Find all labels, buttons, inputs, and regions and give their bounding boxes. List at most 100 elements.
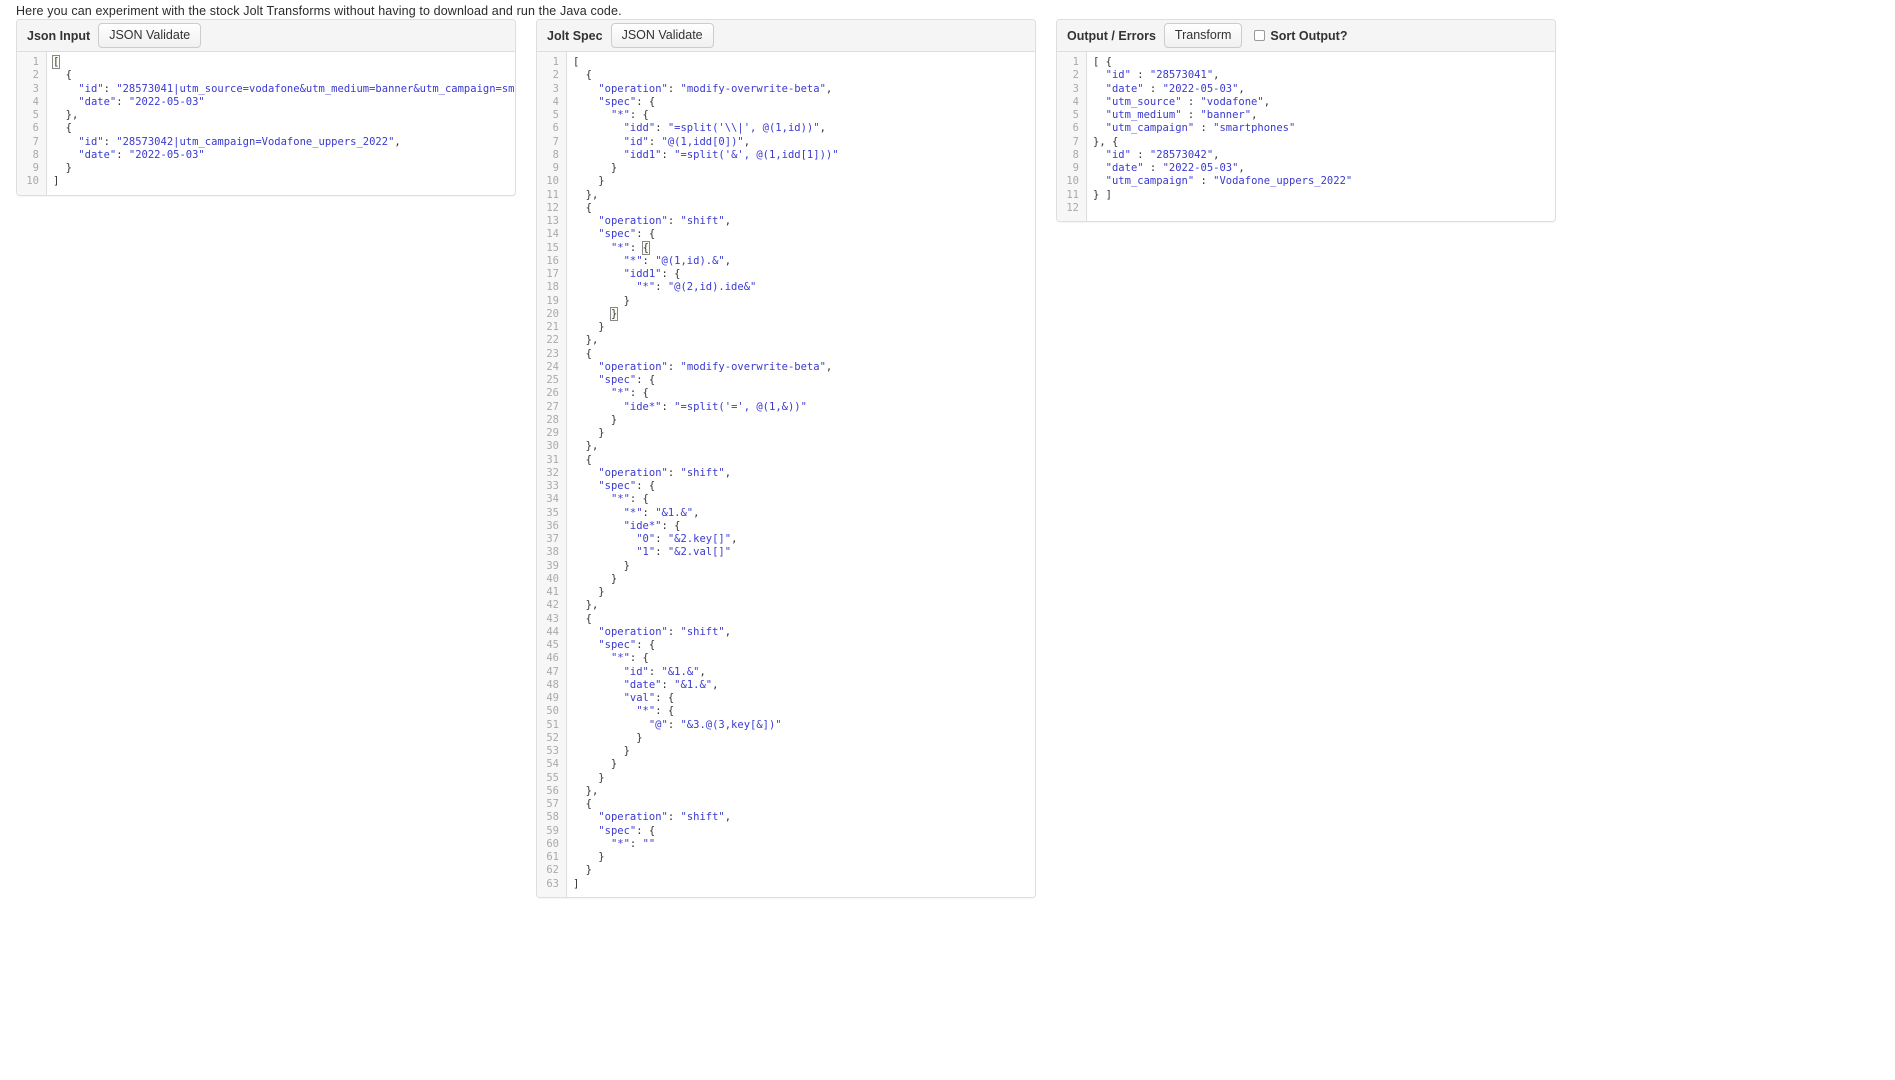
code-line[interactable]: [ <box>51 55 509 69</box>
code-line[interactable]: "spec": { <box>573 228 1029 241</box>
code-line[interactable]: } <box>573 732 1029 745</box>
code-line[interactable]: [ <box>573 56 1029 69</box>
json-input-validate-button[interactable]: JSON Validate <box>98 22 202 49</box>
code-line[interactable]: "spec": { <box>573 639 1029 652</box>
code-line[interactable]: [ { <box>1093 56 1549 69</box>
code-line[interactable]: "utm_campaign" : "Vodafone_uppers_2022" <box>1093 175 1549 188</box>
line-number: 2 <box>32 69 39 82</box>
code-line[interactable]: { <box>573 613 1029 626</box>
code-line[interactable]: { <box>573 69 1029 82</box>
code-line[interactable]: "id": "28573042|utm_campaign=Vodafone_up… <box>53 136 509 149</box>
code-line[interactable]: } <box>573 295 1029 308</box>
code-line[interactable]: "0": "&2.key[]", <box>573 533 1029 546</box>
code-line[interactable]: "spec": { <box>573 374 1029 387</box>
code-line[interactable]: } <box>573 560 1029 573</box>
code-line[interactable]: "*": { <box>573 387 1029 400</box>
jolt-spec-editor[interactable]: 1 2 3 4 5 6 7 8 9 10 11 12 13 14 15 16 17 18 19 20 21 22 23 24 2… <box>537 52 1035 897</box>
code-line[interactable]: "id" : "28573041", <box>1093 69 1549 82</box>
code-line[interactable]: "idd1": "=split('&', @(1,idd[1]))" <box>573 149 1029 162</box>
code-line[interactable]: "ide*": { <box>573 520 1029 533</box>
code-line[interactable]: "@": "&3.@(3,key[&])" <box>573 719 1029 732</box>
code-line[interactable]: ] <box>53 175 509 188</box>
code-line[interactable]: "utm_source" : "vodafone", <box>1093 96 1549 109</box>
code-line[interactable]: "*": "&1.&", <box>573 507 1029 520</box>
code-line[interactable]: } <box>573 758 1029 771</box>
code-line[interactable] <box>1093 202 1549 215</box>
code-line[interactable]: "*": "@(1,id).&", <box>573 255 1029 268</box>
code-line[interactable]: "id": "@(1,idd[0])", <box>573 136 1029 149</box>
jolt-spec-code[interactable]: [ { "operation": "modify-overwrite-beta"… <box>567 52 1035 897</box>
line-number: 8 <box>1072 148 1079 161</box>
code-line[interactable]: "ide*": "=split('=', @(1,&))" <box>573 401 1029 414</box>
code-line[interactable]: } <box>573 573 1029 586</box>
code-line[interactable]: "*": "" <box>573 838 1029 851</box>
code-line[interactable]: "date": "2022-05-03" <box>53 96 509 109</box>
code-line[interactable]: "spec": { <box>573 480 1029 493</box>
code-line[interactable]: } <box>573 851 1029 864</box>
code-line[interactable]: "idd": "=split('\\|', @(1,id))", <box>573 122 1029 135</box>
code-line[interactable]: "operation": "shift", <box>573 215 1029 228</box>
code-line[interactable]: "id": "&1.&", <box>573 666 1029 679</box>
json-input-editor[interactable]: 1 2 3 4 5 6 7 8 9 10 [ { "id": "28573041|utm_sour… <box>17 52 515 195</box>
code-line[interactable]: "*": "@(2,id).ide&" <box>573 281 1029 294</box>
code-line[interactable]: { <box>53 69 509 82</box>
code-line[interactable]: "utm_campaign" : "smartphones" <box>1093 122 1549 135</box>
code-line[interactable]: { <box>53 122 509 135</box>
code-line[interactable]: } <box>573 745 1029 758</box>
code-line[interactable]: "id": "28573041|utm_source=vodafone&utm_… <box>53 83 515 96</box>
json-input-code[interactable]: [ { "id": "28573041|utm_source=vodafone&… <box>47 52 515 195</box>
code-line[interactable]: "spec": { <box>573 825 1029 838</box>
code-line[interactable]: }, <box>573 785 1029 798</box>
code-line[interactable]: "*": { <box>573 705 1029 718</box>
code-line[interactable]: "operation": "shift", <box>573 467 1029 480</box>
code-line[interactable]: } <box>573 306 1029 321</box>
code-line[interactable]: "date" : "2022-05-03", <box>1093 162 1549 175</box>
code-line[interactable]: { <box>573 348 1029 361</box>
sort-output-label[interactable]: Sort Output? <box>1270 29 1347 43</box>
code-line[interactable]: "*": { <box>573 652 1029 665</box>
code-line[interactable]: }, <box>573 599 1029 612</box>
code-line[interactable]: } <box>53 162 509 175</box>
code-line[interactable]: } <box>573 772 1029 785</box>
code-line[interactable]: }, <box>573 334 1029 347</box>
code-line[interactable]: "operation": "modify-overwrite-beta", <box>573 361 1029 374</box>
code-line[interactable]: } <box>573 321 1029 334</box>
code-line[interactable]: "operation": "modify-overwrite-beta", <box>573 83 1029 96</box>
code-line[interactable]: }, <box>53 109 509 122</box>
code-line[interactable]: "*": { <box>573 493 1029 506</box>
code-line[interactable]: "operation": "shift", <box>573 811 1029 824</box>
code-line[interactable]: }, <box>573 440 1029 453</box>
code-line[interactable]: } <box>573 414 1029 427</box>
code-line[interactable]: "*": { <box>573 109 1029 122</box>
code-line[interactable]: { <box>573 798 1029 811</box>
code-line[interactable]: "spec": { <box>573 96 1029 109</box>
code-line[interactable]: "date": "2022-05-03" <box>53 149 509 162</box>
code-line[interactable]: "val": { <box>573 692 1029 705</box>
output-editor[interactable]: 1 2 3 4 5 6 7 8 9 10 11 12 [ { "id" : "28573041", "… <box>1057 52 1555 221</box>
code-line[interactable]: "operation": "shift", <box>573 626 1029 639</box>
line-number: 1 <box>32 56 39 68</box>
code-line[interactable]: "idd1": { <box>573 268 1029 281</box>
code-line[interactable]: } <box>573 586 1029 599</box>
transform-button[interactable]: Transform <box>1163 22 1243 49</box>
code-line[interactable]: } <box>573 864 1029 877</box>
code-line[interactable]: }, <box>573 189 1029 202</box>
code-line[interactable]: "1": "&2.val[]" <box>573 546 1029 559</box>
code-line[interactable]: }, { <box>1093 136 1549 149</box>
output-code[interactable]: [ { "id" : "28573041", "date" : "2022-05… <box>1087 52 1555 221</box>
code-line[interactable]: } ] <box>1093 189 1549 202</box>
code-line[interactable]: "date": "&1.&", <box>573 679 1029 692</box>
code-line[interactable]: } <box>573 175 1029 188</box>
code-line[interactable]: "utm_medium" : "banner", <box>1093 109 1549 122</box>
sort-output-control[interactable]: Sort Output? <box>1254 29 1347 43</box>
code-line[interactable]: { <box>573 454 1029 467</box>
code-line[interactable]: "id" : "28573042", <box>1093 149 1549 162</box>
code-line[interactable]: { <box>573 202 1029 215</box>
code-line[interactable]: ] <box>573 878 1029 891</box>
jolt-spec-validate-button[interactable]: JSON Validate <box>610 22 714 49</box>
code-line[interactable]: "date" : "2022-05-03", <box>1093 83 1549 96</box>
code-line[interactable]: } <box>573 427 1029 440</box>
sort-output-checkbox[interactable] <box>1254 30 1266 41</box>
code-line[interactable]: } <box>573 162 1029 175</box>
code-line[interactable]: "*": { <box>573 240 1029 255</box>
